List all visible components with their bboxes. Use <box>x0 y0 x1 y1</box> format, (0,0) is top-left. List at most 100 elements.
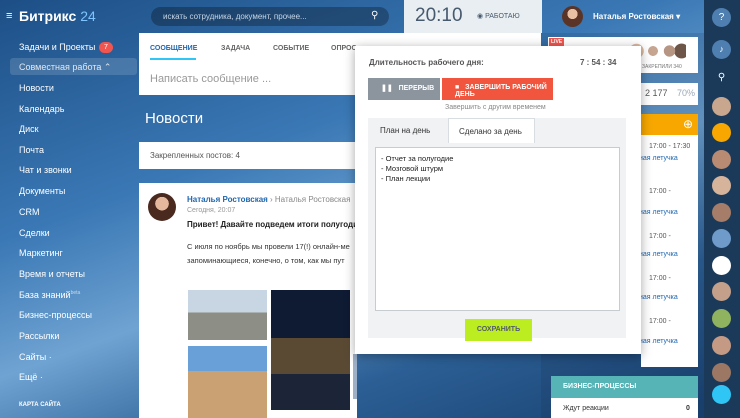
event-link[interactable]: ная летучка <box>639 155 678 162</box>
event-link[interactable]: ная летучка <box>639 294 678 301</box>
contact-avatar[interactable] <box>712 336 731 355</box>
notifications-icon[interactable]: ♪ <box>712 40 731 59</box>
contact-avatar[interactable] <box>712 97 731 116</box>
event-link[interactable]: ная летучка <box>639 251 678 258</box>
menu-item[interactable]: Сайты · <box>19 352 52 362</box>
work-status[interactable]: ◉ РАБОТАЮ <box>477 12 520 20</box>
post-photo[interactable] <box>271 290 350 410</box>
save-button[interactable]: СОХРАНИТЬ <box>465 319 532 341</box>
event-time: 17:00 - <box>649 233 671 240</box>
contact-avatar[interactable] <box>712 282 731 301</box>
event-time: 17:00 - <box>649 188 671 195</box>
pinned-count: ЗАКРЕПИЛИ 340 <box>642 64 682 70</box>
user-name[interactable]: Наталья Ростовская ▾ <box>593 12 680 21</box>
menu-item[interactable]: Рассылки <box>19 331 59 341</box>
pause-button[interactable]: ❚❚ ПЕРЕРЫВ <box>368 78 440 100</box>
contact-avatar[interactable] <box>712 309 731 328</box>
business-processes-header[interactable]: БИЗНЕС-ПРОЦЕССЫ <box>551 376 698 398</box>
user-name-text: Наталья Ростовская <box>593 12 674 21</box>
tab-event[interactable]: СОБЫТИЕ <box>273 45 309 52</box>
report-line: - План лекции <box>381 174 431 183</box>
menu-item[interactable]: Диск <box>19 124 39 134</box>
post-author-avatar[interactable] <box>148 193 176 221</box>
contact-avatar[interactable] <box>712 363 731 382</box>
post-text-line: С июля по ноябрь мы провели 17(!) онлайн… <box>187 242 350 251</box>
finish-workday-button[interactable]: ■ ЗАВЕРШИТЬ РАБОЧИЙ ДЕНЬ <box>442 78 553 100</box>
pinned-posts-label: Закрепленных постов: 4 <box>150 151 240 160</box>
tab-day-plan[interactable]: План на день <box>380 126 430 135</box>
post-author[interactable]: Наталья Ростовская <box>187 195 268 204</box>
menu-icon[interactable]: ≡ <box>6 11 16 22</box>
post-text: С июля по ноябрь мы провели 17(!) онлайн… <box>187 240 357 268</box>
live-badge: LIVE <box>549 38 565 46</box>
tab-message[interactable]: СООБЩЕНИЕ <box>150 45 197 52</box>
post-date: Сегодня, 20:07 <box>187 207 236 214</box>
stats-percent: 70% <box>677 88 696 98</box>
menu-item[interactable]: База знанийbeta <box>19 290 80 300</box>
menu-item[interactable]: Время и отчеты <box>19 269 85 279</box>
work-status-label: РАБОТАЮ <box>485 13 520 20</box>
add-event-icon[interactable]: ⊕ <box>683 117 693 131</box>
event-link[interactable]: ная летучка <box>639 338 678 345</box>
tasks-counter-badge: 7 <box>99 42 113 53</box>
clock: 20:10 <box>415 5 463 26</box>
contact-avatar[interactable] <box>712 203 731 222</box>
awaiting-reaction-row[interactable]: Ждут реакции <box>551 398 698 418</box>
post-title: Привет! Давайте подведем итоги полугодия <box>187 220 357 229</box>
finish-button-label: ЗАВЕРШИТЬ РАБОЧИЙ ДЕНЬ <box>455 84 547 98</box>
menu-item[interactable]: Календарь <box>19 104 64 114</box>
menu-item[interactable]: Задачи и Проекты <box>19 42 95 52</box>
awaiting-reaction-count: 0 <box>686 405 690 412</box>
menu-item[interactable]: Чат и звонки <box>19 165 72 175</box>
post-photo[interactable] <box>353 354 357 399</box>
page-title: Новости <box>145 110 204 127</box>
help-icon[interactable]: ? <box>712 8 731 27</box>
beta-badge: beta <box>70 290 81 296</box>
search-icon[interactable]: ⚲ <box>371 10 378 21</box>
post-photo[interactable] <box>188 290 267 340</box>
active-tab-underline <box>150 58 196 60</box>
calendar-icon[interactable] <box>712 123 731 142</box>
message-input[interactable]: Написать сообщение ... <box>150 73 271 85</box>
event-time: 17:00 - <box>649 318 671 325</box>
menu-item[interactable]: Ещё · <box>19 372 43 382</box>
post-destination-text: Наталья Ростовская <box>274 195 351 204</box>
menu-item[interactable]: Документы <box>19 186 65 196</box>
avatar[interactable] <box>562 6 583 27</box>
post-destination: › Наталья Ростовская <box>270 195 351 204</box>
logo[interactable]: Битрикс 24 <box>19 8 96 24</box>
workday-duration-label: Длительность рабочего дня: <box>369 58 484 67</box>
pause-button-label: ПЕРЕРЫВ <box>398 85 435 92</box>
menu-item[interactable]: Совместная работа ⌃ <box>19 62 111 73</box>
stats-value: 2 177 <box>645 88 668 98</box>
workday-duration-value: 7 : 54 : 34 <box>580 58 617 67</box>
open-chat-icon[interactable] <box>712 385 731 404</box>
menu-item[interactable]: Почта <box>19 145 44 155</box>
search-input[interactable]: искать сотрудника, документ, прочее... <box>151 7 389 26</box>
menu-item[interactable]: Бизнес-процессы <box>19 310 92 320</box>
logo-number: 24 <box>80 8 96 24</box>
search-icon[interactable]: ⚲ <box>712 68 731 87</box>
post-photo[interactable] <box>188 346 267 418</box>
menu-item[interactable]: CRM <box>19 207 40 217</box>
report-textarea[interactable]: - Отчет за полугодие - Мозговой штурм - … <box>375 147 620 311</box>
tab-done-today[interactable]: Сделано за день <box>448 118 535 143</box>
post-text-line: запоминающиеся, конечно, о том, как мы п… <box>187 256 345 265</box>
menu-item[interactable]: Маркетинг <box>19 248 63 258</box>
report-line: - Мозговой штурм <box>381 164 444 173</box>
globe-icon[interactable] <box>712 229 731 248</box>
contact-avatar[interactable] <box>712 176 731 195</box>
sitemap-link[interactable]: КАРТА САЙТА <box>19 402 61 408</box>
menu-item[interactable]: Новости <box>19 83 54 93</box>
finish-other-time-link[interactable]: Завершить с другим временем <box>445 104 546 111</box>
event-time: 17:00 - <box>649 275 671 282</box>
openlines-icon[interactable] <box>712 256 731 275</box>
tab-poll[interactable]: ОПРОС <box>331 45 357 52</box>
report-line: - Отчет за полугодие <box>381 154 454 163</box>
event-link[interactable]: ная летучка <box>639 209 678 216</box>
menu-item[interactable]: Сделки <box>19 228 50 238</box>
event-time: 17:00 - 17:30 <box>649 143 691 150</box>
contact-avatar[interactable] <box>712 150 731 169</box>
logo-text: Битрикс <box>19 8 77 24</box>
tab-task[interactable]: ЗАДАЧА <box>221 45 250 52</box>
